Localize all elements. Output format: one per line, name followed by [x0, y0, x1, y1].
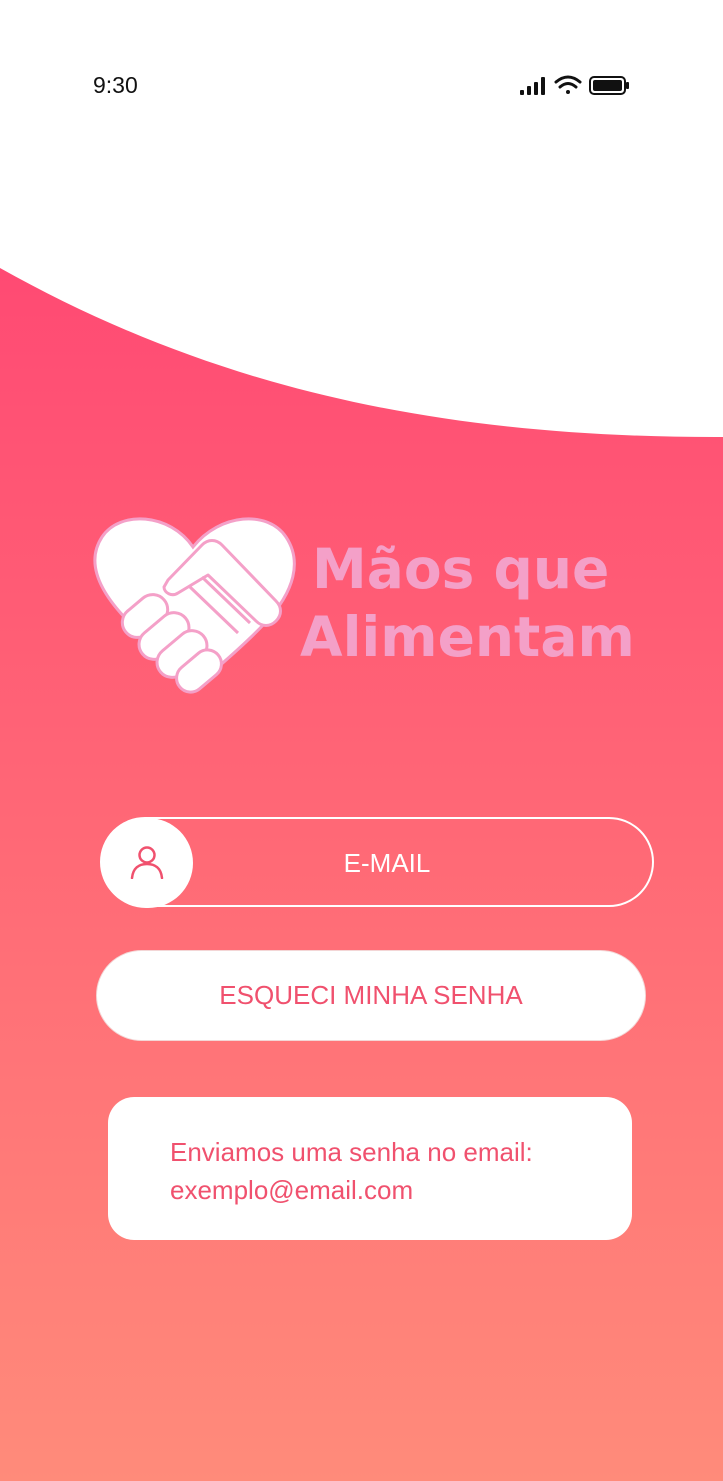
app-logo: Mãos que Alimentam	[90, 505, 650, 705]
status-time: 9:30	[93, 72, 138, 98]
message-box: Enviamos uma senha no email: exemplo@ema…	[108, 1097, 632, 1240]
message-line1: Enviamos uma senha no email:	[170, 1137, 533, 1167]
message-email: exemplo@email.com	[170, 1175, 414, 1205]
battery-icon	[589, 76, 629, 95]
email-field-label: E-MAIL	[343, 848, 431, 878]
app-name-line2: Alimentam	[300, 605, 635, 669]
app-name: Mãos que Alimentam	[300, 535, 650, 671]
background-gradient	[0, 268, 723, 1481]
email-field[interactable]: E-MAIL	[100, 817, 654, 908]
status-bar: 9:30	[0, 0, 723, 170]
heart-handshake-icon	[93, 517, 296, 694]
app-name-line1: Mãos que	[312, 537, 610, 601]
wifi-icon	[554, 75, 582, 94]
status-icons	[520, 75, 629, 95]
signal-icon	[520, 77, 545, 95]
forgot-password-button[interactable]: ESQUECI MINHA SENHA	[96, 950, 646, 1041]
screen: 9:30 Mãos que Alimentam E-MAIL ESQUECI M…	[0, 0, 723, 1481]
